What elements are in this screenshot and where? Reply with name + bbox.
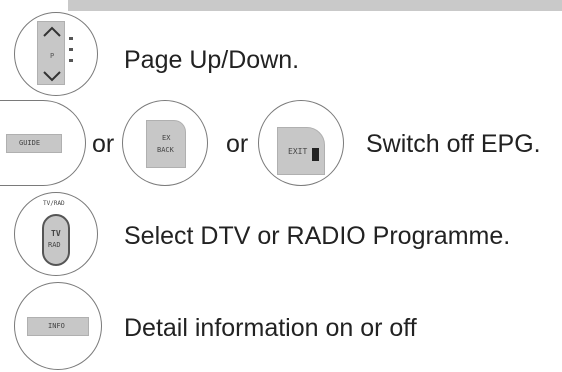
header-bar bbox=[68, 0, 562, 11]
exit-key-circle: EXIT bbox=[258, 100, 344, 186]
back-button-text-2: BACK bbox=[157, 146, 174, 154]
tv-radio-key-circle: TV/RAD TV RAD bbox=[14, 192, 98, 276]
or-text-1: or bbox=[92, 130, 115, 158]
guide-key-circle: GUIDE bbox=[0, 100, 86, 186]
page-up-down-button[interactable]: P bbox=[37, 21, 65, 85]
info-button[interactable]: INFO bbox=[27, 317, 89, 336]
back-key-circle: EX BACK bbox=[122, 100, 208, 186]
guide-button[interactable]: GUIDE bbox=[6, 134, 62, 153]
tv-radio-top-label: TV/RAD bbox=[43, 200, 65, 207]
chevron-up-icon bbox=[43, 26, 61, 37]
tv-radio-button[interactable]: TV RAD bbox=[42, 214, 70, 266]
scroll-marks bbox=[69, 37, 73, 73]
tv-radio-button-text-1: TV bbox=[51, 229, 61, 238]
page-up-down-icon: P bbox=[43, 26, 61, 82]
switch-off-epg-label: Switch off EPG. bbox=[366, 130, 541, 158]
tv-radio-label: Select DTV or RADIO Programme. bbox=[124, 222, 511, 250]
or-text-2: or bbox=[226, 130, 249, 158]
guide-button-text: GUIDE bbox=[19, 139, 41, 147]
info-key-circle: INFO bbox=[14, 282, 102, 370]
info-label: Detail information on or off bbox=[124, 314, 417, 342]
info-button-text: INFO bbox=[48, 322, 65, 330]
chevron-down-icon bbox=[43, 71, 61, 82]
exit-block-icon bbox=[312, 148, 319, 161]
tv-radio-button-text-2: RAD bbox=[48, 241, 61, 249]
page-up-down-label: Page Up/Down. bbox=[124, 46, 300, 74]
back-button-text-1: EX bbox=[162, 134, 171, 142]
back-button[interactable]: EX BACK bbox=[146, 120, 186, 168]
exit-button-text: EXIT bbox=[288, 147, 308, 156]
exit-button[interactable]: EXIT bbox=[277, 127, 325, 175]
page-key-circle: P bbox=[14, 12, 98, 96]
svg-text:P: P bbox=[50, 52, 54, 60]
